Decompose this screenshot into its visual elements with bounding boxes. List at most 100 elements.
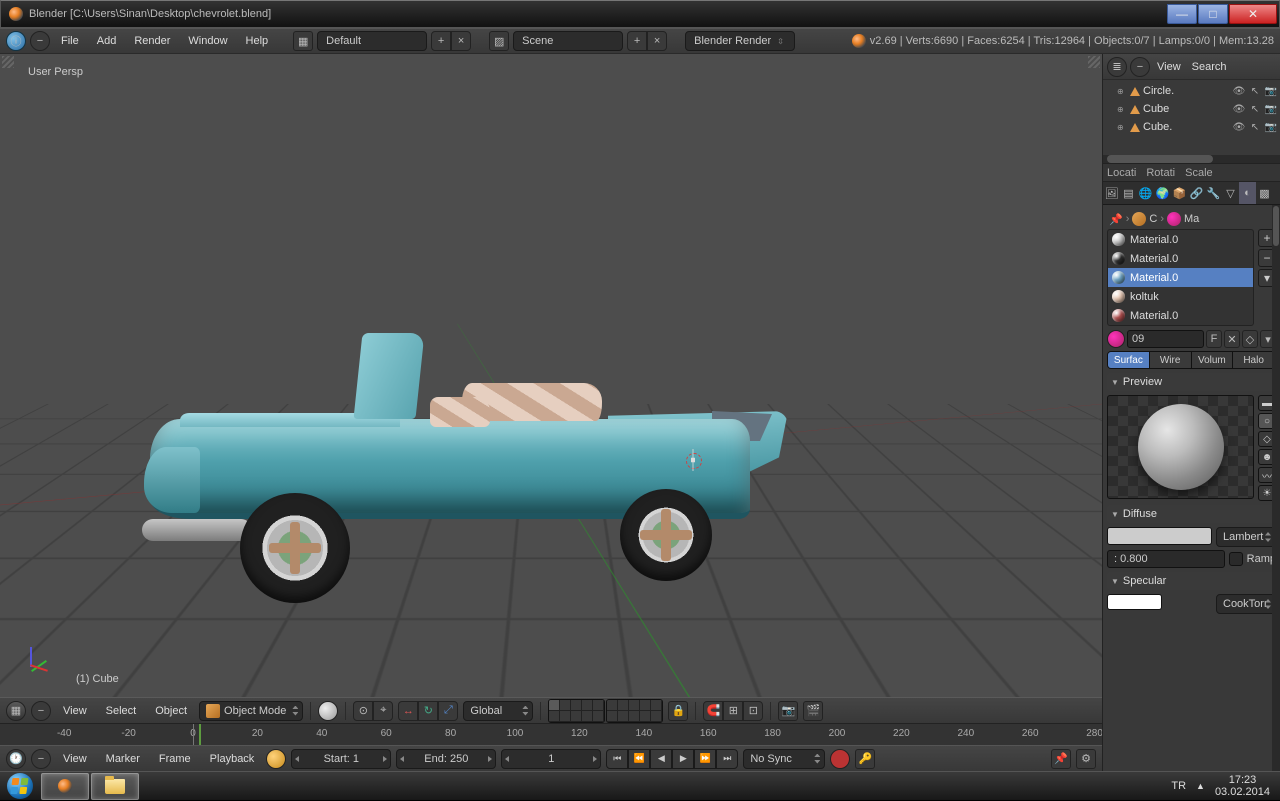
editor-type-button[interactable]: ≣: [1107, 57, 1127, 77]
mesh-object-car[interactable]: [150, 389, 770, 539]
properties-vscroll[interactable]: [1272, 205, 1280, 771]
snap-toggle[interactable]: 🧲: [703, 701, 723, 721]
diffuse-panel-header[interactable]: ▼Diffuse: [1107, 505, 1276, 523]
auto-keyframe-button[interactable]: [830, 749, 850, 769]
context-modifiers[interactable]: 🔧: [1205, 182, 1222, 204]
keyframe-next-button[interactable]: ⏩: [694, 749, 716, 769]
editor-type-button[interactable]: 🕐: [6, 749, 26, 769]
taskbar-item-explorer[interactable]: [91, 773, 139, 800]
material-slot-row[interactable]: Material.0: [1108, 306, 1253, 325]
eye-icon[interactable]: 👁: [1232, 84, 1246, 98]
info-editor-icon[interactable]: ⓘ: [6, 31, 26, 51]
specular-shader-dropdown[interactable]: LambertCookTorr: [1216, 594, 1276, 614]
3d-viewport[interactable]: User Persp: [0, 54, 1102, 697]
pivot-button[interactable]: ⊙: [353, 701, 373, 721]
material-slot-list[interactable]: Material.0Material.0Material.0koltukMate…: [1107, 229, 1254, 326]
material-browse-button[interactable]: [1107, 330, 1125, 348]
start-button[interactable]: [0, 772, 40, 801]
context-world[interactable]: 🌍: [1154, 182, 1171, 204]
menu-object[interactable]: Object: [148, 699, 194, 723]
screen-remove-button[interactable]: ×: [451, 31, 471, 51]
mode-dropdown[interactable]: Object Mode: [199, 701, 303, 721]
snap-element[interactable]: ⊞: [723, 701, 743, 721]
outliner-item[interactable]: ⊕Cube👁↖📷: [1105, 100, 1278, 118]
keying-set-button[interactable]: 🔑: [855, 749, 875, 769]
transform-tabs[interactable]: LocatiRotatiScale: [1103, 164, 1280, 182]
tray-chevron-icon[interactable]: ▲: [1196, 781, 1205, 791]
camera-icon[interactable]: 📷: [1264, 120, 1278, 134]
specular-panel-header[interactable]: ▼Specular: [1107, 572, 1276, 590]
window-minimize-button[interactable]: —: [1167, 4, 1197, 24]
lock-layers-button[interactable]: 🔒: [668, 701, 688, 721]
outliner-item[interactable]: ⊕Cube.👁↖📷: [1105, 118, 1278, 136]
context-texture[interactable]: ▩: [1256, 182, 1273, 204]
material-type-toggle[interactable]: Surfac Wire Volum Halo: [1107, 351, 1276, 369]
3d-cursor[interactable]: [682, 449, 704, 471]
timeline-cursor[interactable]: [199, 724, 201, 745]
jump-end-button[interactable]: ⏭: [716, 749, 738, 769]
menu-frame[interactable]: Frame: [152, 747, 198, 771]
menu-view[interactable]: View: [56, 747, 94, 771]
menu-file[interactable]: File: [54, 29, 86, 53]
cursor-icon[interactable]: ↖: [1248, 102, 1262, 116]
context-render[interactable]: 🖼: [1103, 182, 1120, 204]
menu-search[interactable]: Search: [1188, 55, 1231, 79]
timeline-options-button[interactable]: ⚙: [1076, 749, 1096, 769]
nodes-button[interactable]: ◇: [1242, 330, 1258, 348]
menu-marker[interactable]: Marker: [99, 747, 147, 771]
material-slot-row[interactable]: koltuk: [1108, 287, 1253, 306]
area-splitter[interactable]: [2, 56, 14, 68]
menu-view[interactable]: View: [56, 699, 94, 723]
menu-add[interactable]: Add: [90, 29, 124, 53]
context-layers[interactable]: ▤: [1120, 182, 1137, 204]
screen-browse-button[interactable]: ▦: [293, 31, 313, 51]
scene-add-button[interactable]: +: [627, 31, 647, 51]
outliner-tree[interactable]: ⊕Circle.👁↖📷 ⊕Cube👁↖📷 ⊕Cube.👁↖📷: [1103, 80, 1280, 155]
cursor-icon[interactable]: ↖: [1248, 84, 1262, 98]
keyframe-prev-button[interactable]: ⏪: [628, 749, 650, 769]
translate-manipulator[interactable]: ↔: [398, 701, 418, 721]
scene-dropdown[interactable]: Scene: [513, 31, 623, 51]
menu-playback[interactable]: Playback: [203, 747, 262, 771]
scale-manipulator[interactable]: ⤢: [438, 701, 458, 721]
context-constraints[interactable]: 🔗: [1188, 182, 1205, 204]
collapse-menus-button[interactable]: −: [31, 749, 51, 769]
material-slot-row[interactable]: Material.0: [1108, 268, 1253, 287]
window-maximize-button[interactable]: □: [1198, 4, 1228, 24]
material-name-field[interactable]: 09: [1127, 330, 1204, 348]
editor-type-button[interactable]: ▦: [6, 701, 26, 721]
material-unlink-button[interactable]: ✕: [1224, 330, 1240, 348]
cursor-icon[interactable]: ↖: [1248, 120, 1262, 134]
area-splitter[interactable]: [1088, 56, 1100, 68]
specular-color-swatch[interactable]: [1107, 594, 1162, 610]
menu-help[interactable]: Help: [239, 29, 276, 53]
outliner-item[interactable]: ⊕Circle.👁↖📷: [1105, 82, 1278, 100]
context-scene[interactable]: 🌐: [1137, 182, 1154, 204]
camera-icon[interactable]: 📷: [1264, 102, 1278, 116]
menu-render[interactable]: Render: [127, 29, 177, 53]
scene-remove-button[interactable]: ×: [647, 31, 667, 51]
collapse-menus-button[interactable]: −: [31, 701, 51, 721]
collapse-menus-button[interactable]: −: [1130, 57, 1150, 77]
context-material[interactable]: ◐: [1239, 182, 1256, 204]
sync-dropdown[interactable]: No Sync: [743, 749, 825, 769]
use-preview-range[interactable]: [266, 749, 286, 769]
layer-buttons[interactable]: [548, 699, 663, 723]
manipulator-toggle[interactable]: ⌖: [373, 701, 393, 721]
diffuse-intensity-slider[interactable]: : 0.800: [1107, 550, 1225, 568]
fake-user-button[interactable]: F: [1206, 330, 1222, 348]
taskbar-item-blender[interactable]: [41, 773, 89, 800]
current-frame-field[interactable]: 1: [501, 749, 601, 769]
render-anim-button[interactable]: 🎬: [803, 701, 823, 721]
menu-window[interactable]: Window: [181, 29, 234, 53]
play-reverse-button[interactable]: ◀: [650, 749, 672, 769]
screen-add-button[interactable]: +: [431, 31, 451, 51]
menu-select[interactable]: Select: [99, 699, 144, 723]
render-preview-button[interactable]: 📷: [778, 701, 798, 721]
pin-icon[interactable]: 📌: [1109, 213, 1123, 226]
render-engine-dropdown[interactable]: Blender Render⇳: [685, 31, 795, 51]
timeline-ruler[interactable]: -40-200204060801001201401601802002202402…: [0, 723, 1102, 745]
rotate-manipulator[interactable]: ↻: [418, 701, 438, 721]
jump-start-button[interactable]: ⏮: [606, 749, 628, 769]
tray-clock[interactable]: 17:23 03.02.2014: [1215, 774, 1270, 798]
